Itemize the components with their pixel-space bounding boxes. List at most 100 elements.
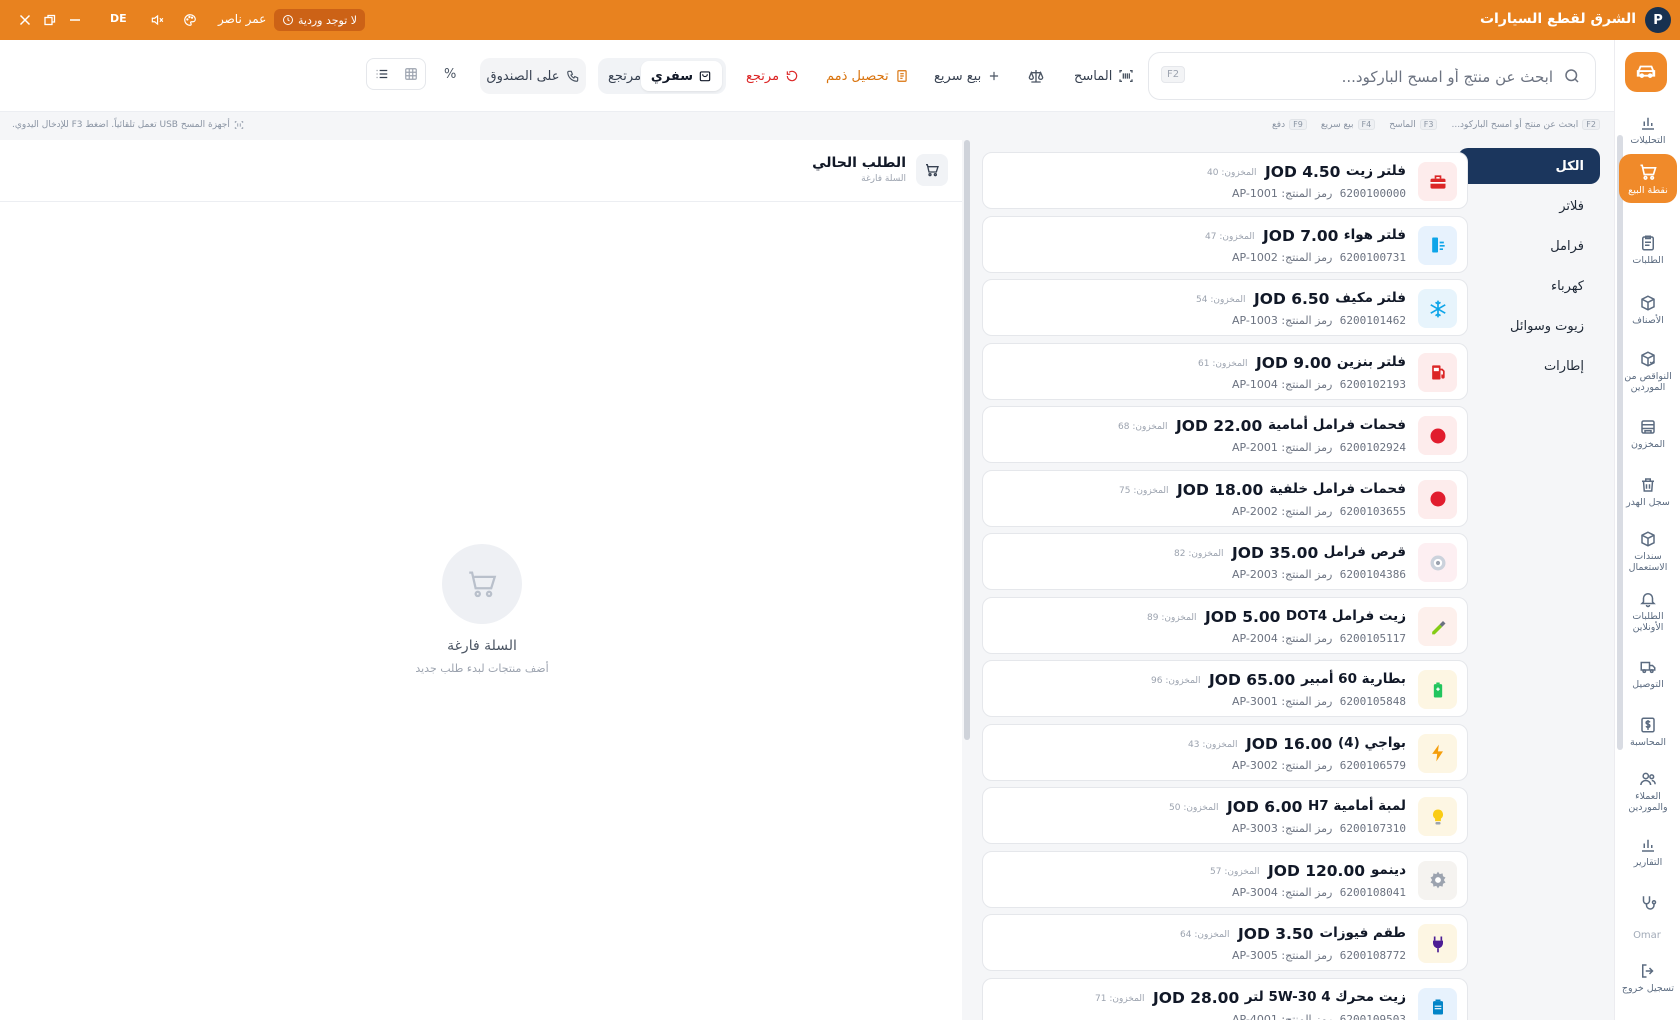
logout-label: تسجيل خروج xyxy=(1621,983,1675,994)
product-code: رمز المنتج: AP-2002 xyxy=(1232,504,1333,518)
dropper-icon xyxy=(1418,606,1457,646)
scan-icon xyxy=(234,120,244,130)
product-card[interactable]: زيت محرك 5W-30 4 لتر JOD 28.00 المخزون: 71… xyxy=(982,977,1468,1020)
product-barcode: 6200107310 xyxy=(1339,822,1406,835)
scale-button[interactable] xyxy=(1028,62,1044,90)
scale-icon xyxy=(1028,68,1044,84)
restore-icon[interactable] xyxy=(41,11,59,29)
product-name: دينمو xyxy=(1370,861,1406,878)
nav-item-customers-suppliers[interactable]: العملاء والموردين xyxy=(1619,770,1677,813)
shortcut-hint: F4بيع سريع xyxy=(1321,119,1376,130)
chart-bars-icon xyxy=(1639,114,1657,132)
product-card[interactable]: فحمات فرامل خلفية JOD 18.00 المخزون: 75 620… xyxy=(982,469,1468,527)
nav-item-items[interactable]: الأصناف xyxy=(1619,294,1677,326)
scanner-note-text: أجهزة المسح USB تعمل تلقائياً. اضغط F3 ل… xyxy=(12,120,230,130)
category-tires[interactable]: إطارات xyxy=(1458,348,1600,384)
scanner-button[interactable]: الماسح xyxy=(1074,62,1134,90)
product-card[interactable]: بطارية 60 أمبير JOD 65.00 المخزون: 96 62001… xyxy=(982,660,1468,717)
product-barcode: 6200105848 xyxy=(1339,695,1406,708)
quick-sale-button[interactable]: بيع سريع xyxy=(934,62,1001,90)
product-code: رمز المنتج: AP-3002 xyxy=(1232,758,1333,772)
product-card[interactable]: قرص فرامل JOD 35.00 المخزون: 82 6200104386 ر… xyxy=(982,533,1468,590)
nav-item-reports[interactable]: التقارير xyxy=(1619,836,1677,868)
category-all[interactable]: الكل xyxy=(1458,148,1600,184)
product-price: JOD 28.00 xyxy=(1153,988,1240,1007)
product-card[interactable]: فلتر مكيف JOD 6.50 المخزون: 54 6200101462 رم… xyxy=(982,279,1468,336)
product-name: زيت فرامل DOT4 xyxy=(1285,607,1406,624)
category-brakes[interactable]: فرامل xyxy=(1458,228,1600,264)
collect-debt-button[interactable]: تحصيل ذمم xyxy=(826,62,909,90)
nav-item-supplier-shortages[interactable]: النواقص من الموردين xyxy=(1619,350,1677,393)
palette-icon[interactable] xyxy=(181,11,199,29)
product-code: رمز المنتج: AP-4001 xyxy=(1232,1012,1333,1020)
product-card[interactable]: فلتر بنزين JOD 9.00 المخزون: 61 6200102193 ر… xyxy=(982,342,1468,400)
close-icon[interactable] xyxy=(16,11,34,29)
mute-icon[interactable] xyxy=(148,11,166,29)
category-filters[interactable]: فلاتر xyxy=(1458,188,1600,224)
category-electrical[interactable]: كهرباء xyxy=(1458,268,1600,304)
product-card[interactable]: فحمات فرامل أمامية JOD 22.00 المخزون: 68 62… xyxy=(982,406,1468,463)
product-card[interactable]: بواجي (4) JOD 16.00 المخزون: 43 6200106579 ر… xyxy=(982,723,1468,781)
product-name: فلتر مكيف xyxy=(1335,290,1406,306)
product-list-scrollbar[interactable] xyxy=(964,140,970,740)
product-code: رمز المنتج: AP-1003 xyxy=(1232,314,1333,327)
on-drawer-button[interactable]: على الصندوق xyxy=(480,58,586,94)
product-code: رمز المنتج: AP-3001 xyxy=(1232,695,1333,708)
nav-item-delivery[interactable]: التوصيل xyxy=(1619,658,1677,690)
nav-item-label: الطلبات xyxy=(1632,255,1664,266)
nav-item-support[interactable] xyxy=(1619,894,1677,912)
nav-item-pos[interactable]: نقطة البيع xyxy=(1619,154,1677,203)
nav-item-accounting[interactable]: المحاسبة xyxy=(1619,716,1677,748)
product-barcode: 6200104386 xyxy=(1339,568,1406,581)
nav-item-online-orders[interactable]: الطلبات الأونلاين xyxy=(1619,590,1677,633)
product-card[interactable]: فلتر هواء JOD 7.00 المخزون: 47 6200100731 رم… xyxy=(982,215,1468,273)
product-price: JOD 35.00 xyxy=(1232,544,1319,562)
product-card[interactable]: دينمو JOD 120.00 المخزون: 57 6200108041 رمز … xyxy=(982,850,1468,908)
discount-button[interactable]: % xyxy=(444,67,456,82)
product-price: JOD 65.00 xyxy=(1209,671,1296,689)
product-card[interactable]: طقم فيوزات JOD 3.50 المخزون: 64 6200108772 ر… xyxy=(982,914,1468,971)
air-filter-icon xyxy=(1418,225,1457,265)
fuel-icon xyxy=(1418,352,1457,392)
nav-item-waste-log[interactable]: سجل الهدر xyxy=(1619,476,1677,508)
nav-item-orders[interactable]: الطلبات xyxy=(1619,234,1677,266)
order-type-return[interactable]: مرتجع xyxy=(598,61,651,91)
language-switch[interactable]: DE xyxy=(110,12,127,25)
product-card[interactable]: فلتر زيت JOD 4.50 المخزون: 40 6200100000 رمز… xyxy=(982,152,1468,209)
list-view-button[interactable] xyxy=(367,59,396,89)
logout-button[interactable]: تسجيل خروج xyxy=(1619,962,1677,994)
product-barcode: 6200100731 xyxy=(1339,250,1406,264)
product-name: بواجي (4) xyxy=(1338,734,1406,751)
battery-icon xyxy=(1418,670,1457,709)
nav-item-usage-vouchers[interactable]: سندات الاستعمال xyxy=(1619,530,1677,573)
product-stock: المخزون: 61 xyxy=(1198,358,1248,369)
box-arrow-icon xyxy=(1639,530,1657,548)
logout-icon xyxy=(1639,962,1657,980)
current-user[interactable]: عمر ناصر xyxy=(218,12,266,26)
product-code: رمز المنتج: AP-3003 xyxy=(1232,822,1333,835)
empty-cart-title: السلة فارغة xyxy=(447,638,517,654)
bag-icon xyxy=(698,69,712,83)
category-oils-fluids[interactable]: زيوت وسوائل xyxy=(1458,308,1600,344)
product-code: رمز المنتج: AP-2003 xyxy=(1232,568,1333,581)
product-card[interactable]: زيت فرامل DOT4 JOD 5.00 المخزون: 89 6200105… xyxy=(982,596,1468,654)
shift-status-badge[interactable]: لا توجد وردية xyxy=(274,9,366,31)
return-button[interactable]: مرتجع xyxy=(746,62,799,90)
home-button[interactable] xyxy=(1625,52,1667,92)
cart-subtitle: السلة فارغة xyxy=(861,174,906,184)
nav-item-analytics[interactable]: التحليلات xyxy=(1619,114,1677,146)
product-code: رمز المنتج: AP-2004 xyxy=(1232,631,1333,645)
search-input[interactable] xyxy=(1213,65,1553,89)
cart-icon xyxy=(916,154,948,186)
clock-icon xyxy=(282,14,294,26)
list-icon xyxy=(375,67,389,81)
shortcut-hint-list: F2ابحث عن منتج أو امسح الباركود... F3الم… xyxy=(1272,119,1600,130)
product-card[interactable]: لمبة أمامية H7 JOD 6.00 المخزون: 50 6200107… xyxy=(982,787,1468,844)
minimize-icon[interactable] xyxy=(66,11,84,29)
product-price: JOD 120.00 xyxy=(1268,861,1366,880)
order-type-takeaway[interactable]: سفري xyxy=(640,61,722,91)
cart-icon xyxy=(1638,162,1658,182)
product-name: قرص فرامل xyxy=(1323,544,1406,560)
grid-view-button[interactable] xyxy=(396,59,425,89)
nav-item-inventory[interactable]: المخزون xyxy=(1619,418,1677,450)
